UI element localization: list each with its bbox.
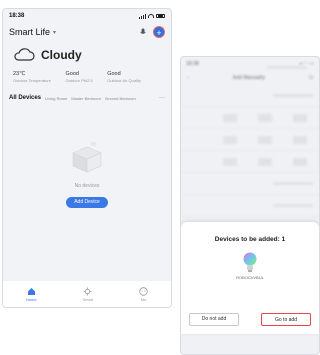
add-device-button[interactable]: Add Device: [66, 197, 108, 208]
add-manually-screen: 18:38 ▪▪ ◠ ▭ ‹ Add Manually ⊡ Devices to…: [180, 56, 320, 355]
battery-icon: [156, 14, 165, 18]
dialog-actions: Do not add Go to add: [189, 313, 311, 326]
category-row: [181, 173, 319, 195]
category-row: [187, 61, 313, 73]
do-not-add-button[interactable]: Do not add: [189, 313, 239, 326]
stat-air-quality: Good Outdoor Air Quality: [107, 71, 141, 83]
category-row: [181, 85, 319, 107]
voice-icon[interactable]: [139, 28, 147, 36]
empty-state: No devices Add Device: [3, 141, 171, 208]
tab-all-devices[interactable]: All Devices: [9, 95, 41, 101]
category-row: [181, 129, 319, 151]
home-name: Smart Life: [9, 27, 51, 37]
add-device-plus-icon[interactable]: +: [153, 26, 165, 38]
tab-master-bedroom[interactable]: Master Bedroom: [71, 96, 101, 101]
category-row: [181, 195, 319, 217]
weather-panel: Cloudy 23℃ Outdoor Temperature Good Outd…: [3, 41, 171, 83]
weather-stats: 23℃ Outdoor Temperature Good Outdoor PM2…: [13, 71, 161, 83]
home-selector[interactable]: Smart Life ▾: [9, 27, 56, 37]
tab-second-bedroom[interactable]: Second Bedroom: [105, 96, 136, 101]
smart-icon: [83, 287, 92, 295]
empty-box-icon: [72, 142, 102, 173]
go-to-add-button[interactable]: Go to add: [261, 313, 311, 326]
weather-condition: Cloudy: [41, 48, 82, 62]
category-row: [181, 107, 319, 129]
light-bulb-icon: [243, 252, 257, 272]
category-row: [181, 151, 319, 173]
devices-to-add-dialog: Devices to be added: 1 ROBOCI•VBUL Do no…: [181, 222, 319, 334]
status-time: 18:38: [9, 13, 25, 19]
signal-icon: [139, 13, 146, 19]
home-header: Smart Life ▾ +: [3, 23, 171, 41]
dialog-title: Devices to be added: 1: [214, 236, 286, 243]
room-tabs: All Devices Living Room Master Bedroom S…: [3, 93, 171, 103]
weather-main: Cloudy: [13, 45, 161, 65]
home-icon: [27, 287, 35, 295]
header-actions: +: [139, 26, 165, 38]
cloud-icon: [14, 48, 35, 61]
smart-life-home-screen: 18:38 Smart Life ▾ + Cloudy 23℃ Outdoor …: [2, 8, 172, 308]
stat-pm25: Good Outdoor PM2.5: [65, 71, 93, 83]
status-bar: 18:38: [3, 9, 171, 23]
status-icons: [139, 13, 165, 19]
more-tabs-icon[interactable]: ···: [159, 95, 165, 101]
nav-smart[interactable]: Smart: [82, 287, 93, 302]
background-footer: [181, 57, 319, 77]
empty-message: No devices: [74, 183, 100, 189]
wifi-icon: [148, 14, 154, 18]
tab-living-room[interactable]: Living Room: [45, 96, 67, 101]
nav-me[interactable]: Me: [139, 286, 148, 302]
bottom-nav: Home Smart Me: [3, 281, 171, 307]
nav-home[interactable]: Home: [26, 287, 37, 302]
me-icon: [139, 286, 148, 296]
stat-temperature: 23℃ Outdoor Temperature: [13, 71, 51, 83]
device-name: ROBOCI•VBUL: [236, 275, 264, 280]
caret-down-icon: ▾: [53, 29, 57, 36]
